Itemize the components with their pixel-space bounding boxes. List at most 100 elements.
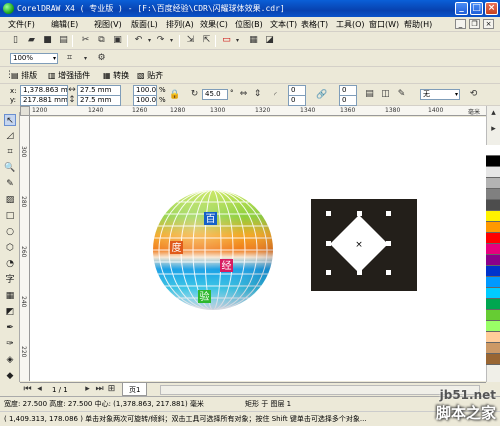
maximize-button[interactable]: □ (470, 2, 483, 15)
menu-table[interactable]: 表格(T) (301, 19, 328, 30)
menu-window[interactable]: 窗口(W) (369, 19, 399, 30)
copy-icon[interactable]: ⧉ (96, 35, 107, 46)
palette-swatch[interactable] (486, 299, 500, 310)
palette-swatch[interactable] (486, 310, 500, 321)
options-icon[interactable]: ⚙ (96, 53, 107, 64)
to-front-icon[interactable]: ◫ (380, 89, 391, 100)
print-icon[interactable]: ▤ (58, 35, 69, 46)
crop-tool-icon[interactable]: ⌗ (4, 146, 16, 158)
menu-bitmaps[interactable]: 位图(B) (235, 19, 263, 30)
import-icon[interactable]: ⇲ (185, 35, 196, 46)
minimize-button[interactable]: _ (455, 2, 468, 15)
doc-restore-button[interactable]: ❐ (469, 19, 480, 29)
palette-swatch[interactable] (486, 332, 500, 343)
undo-icon[interactable]: ↶ (133, 35, 144, 46)
palette-swatch[interactable] (486, 145, 500, 156)
launcher-dropdown-icon[interactable]: ▾ (232, 35, 243, 46)
open-icon[interactable]: ▰ (26, 35, 37, 46)
palette-swatch[interactable] (486, 266, 500, 277)
round-corners-lock-icon[interactable]: 🔗 (316, 90, 327, 101)
doc-minimize-button[interactable]: _ (455, 19, 466, 29)
scale-y-field[interactable]: 100.0 (133, 95, 157, 106)
palette-swatch[interactable] (486, 222, 500, 233)
palette-swatch[interactable] (486, 288, 500, 299)
basic-shapes-icon[interactable]: ◔ (4, 258, 16, 270)
tab-page-1[interactable]: 页1 (122, 383, 148, 396)
cut-icon[interactable]: ✂ (80, 35, 91, 46)
height-field[interactable]: 27.5 mm (77, 95, 121, 106)
eyedropper-tool-icon[interactable]: ✒ (4, 322, 16, 334)
mirror-vertical-icon[interactable]: ⇕ (252, 89, 263, 100)
palette-swatch[interactable] (486, 156, 500, 167)
palette-swatch[interactable] (486, 354, 500, 365)
snap-dropdown-icon[interactable]: ▾ (80, 53, 91, 64)
palette-swatch[interactable] (486, 277, 500, 288)
mirror-horizontal-icon[interactable]: ⇔ (238, 89, 249, 100)
interactive-blend-icon[interactable]: ◩ (4, 306, 16, 318)
pick-tool-icon[interactable]: ↖ (4, 114, 16, 126)
doc-close-button[interactable]: × (483, 19, 494, 29)
palette-swatch[interactable] (486, 167, 500, 178)
add-page-icon[interactable]: ⊞ (106, 384, 117, 395)
redo-dropdown-icon[interactable]: ▾ (166, 35, 177, 46)
palette-swatch[interactable] (486, 189, 500, 200)
palette-swatch[interactable] (486, 233, 500, 244)
menu-layout[interactable]: 版面(L) (131, 19, 158, 30)
menu-text[interactable]: 文本(T) (270, 19, 297, 30)
zoom-tool-icon[interactable]: 🔍 (4, 162, 16, 174)
shape-tool-icon[interactable]: ◿ (4, 130, 16, 142)
menu-edit[interactable]: 编辑(E) (51, 19, 78, 30)
ellipse-tool-icon[interactable]: ○ (4, 226, 16, 238)
text-tool-icon[interactable]: 字 (4, 274, 16, 286)
enhance-plugin-button[interactable]: ▥ 增强插件 (48, 69, 90, 82)
menu-tools[interactable]: 工具(O) (336, 19, 365, 30)
application-launcher-icon[interactable]: ▭ (221, 35, 232, 46)
prev-page-icon[interactable]: ◂ (34, 384, 45, 395)
lock-ratio-icon[interactable]: 🔒 (169, 90, 180, 101)
horizontal-scrollbar[interactable] (160, 385, 480, 395)
last-page-icon[interactable]: ⏭ (94, 384, 105, 395)
palette-swatch[interactable] (486, 178, 500, 189)
freehand-tool-icon[interactable]: ✎ (4, 178, 16, 190)
close-button[interactable]: × (485, 2, 498, 15)
scroll-up-icon[interactable]: ▴ (488, 108, 499, 119)
polygon-tool-icon[interactable]: ⬡ (4, 242, 16, 254)
typeset-button[interactable]: ▤ 排版 (11, 69, 37, 82)
convert-button[interactable]: ▦ 转换 (103, 69, 129, 82)
snap-icon[interactable]: ⌗ (64, 53, 75, 64)
palette-swatch[interactable] (486, 321, 500, 332)
menu-effects[interactable]: 效果(C) (200, 19, 228, 30)
corner-bottom-right-field[interactable]: 0 (339, 95, 357, 106)
menu-file[interactable]: 文件(F) (8, 19, 35, 30)
y-position-field[interactable]: 217.881 mm (20, 95, 68, 106)
rotation-angle-field[interactable]: 45.0 (202, 89, 228, 100)
palette-swatch[interactable] (486, 343, 500, 354)
outline-tool-icon[interactable]: ✑ (4, 338, 16, 350)
fill-tool-icon[interactable]: ◈ (4, 354, 16, 366)
menu-help[interactable]: 帮助(H) (404, 19, 432, 30)
palette-swatch[interactable] (486, 244, 500, 255)
next-page-icon[interactable]: ▸ (82, 384, 93, 395)
snap-align-button[interactable]: ▧ 贴齐 (137, 69, 163, 82)
paste-icon[interactable]: ▣ (112, 35, 123, 46)
undo-dropdown-icon[interactable]: ▾ (144, 35, 155, 46)
smart-fill-icon[interactable]: ▨ (4, 194, 16, 206)
corel-online-icon[interactable]: ◪ (264, 35, 275, 46)
rectangle-tool-icon[interactable]: □ (4, 210, 16, 222)
welcome-screen-icon[interactable]: ▦ (248, 35, 259, 46)
drawing-canvas[interactable]: 百 度 经 验 × (30, 117, 486, 381)
table-tool-icon[interactable]: ▦ (4, 290, 16, 302)
convert-to-curves-icon[interactable]: ⟲ (468, 89, 479, 100)
palette-swatch[interactable] (486, 200, 500, 211)
palette-swatch[interactable] (486, 211, 500, 222)
wrap-text-icon[interactable]: ▤ (364, 89, 375, 100)
outline-width-select[interactable]: 无 ▾ (420, 89, 460, 100)
redo-icon[interactable]: ↷ (155, 35, 166, 46)
first-page-icon[interactable]: ⏮ (22, 384, 33, 395)
ruler-origin[interactable] (20, 106, 30, 116)
menu-view[interactable]: 视图(V) (94, 19, 122, 30)
export-icon[interactable]: ⇱ (201, 35, 212, 46)
menu-arrange[interactable]: 排列(A) (166, 19, 194, 30)
save-icon[interactable]: ■ (42, 35, 53, 46)
new-icon[interactable]: ▯ (10, 35, 21, 46)
